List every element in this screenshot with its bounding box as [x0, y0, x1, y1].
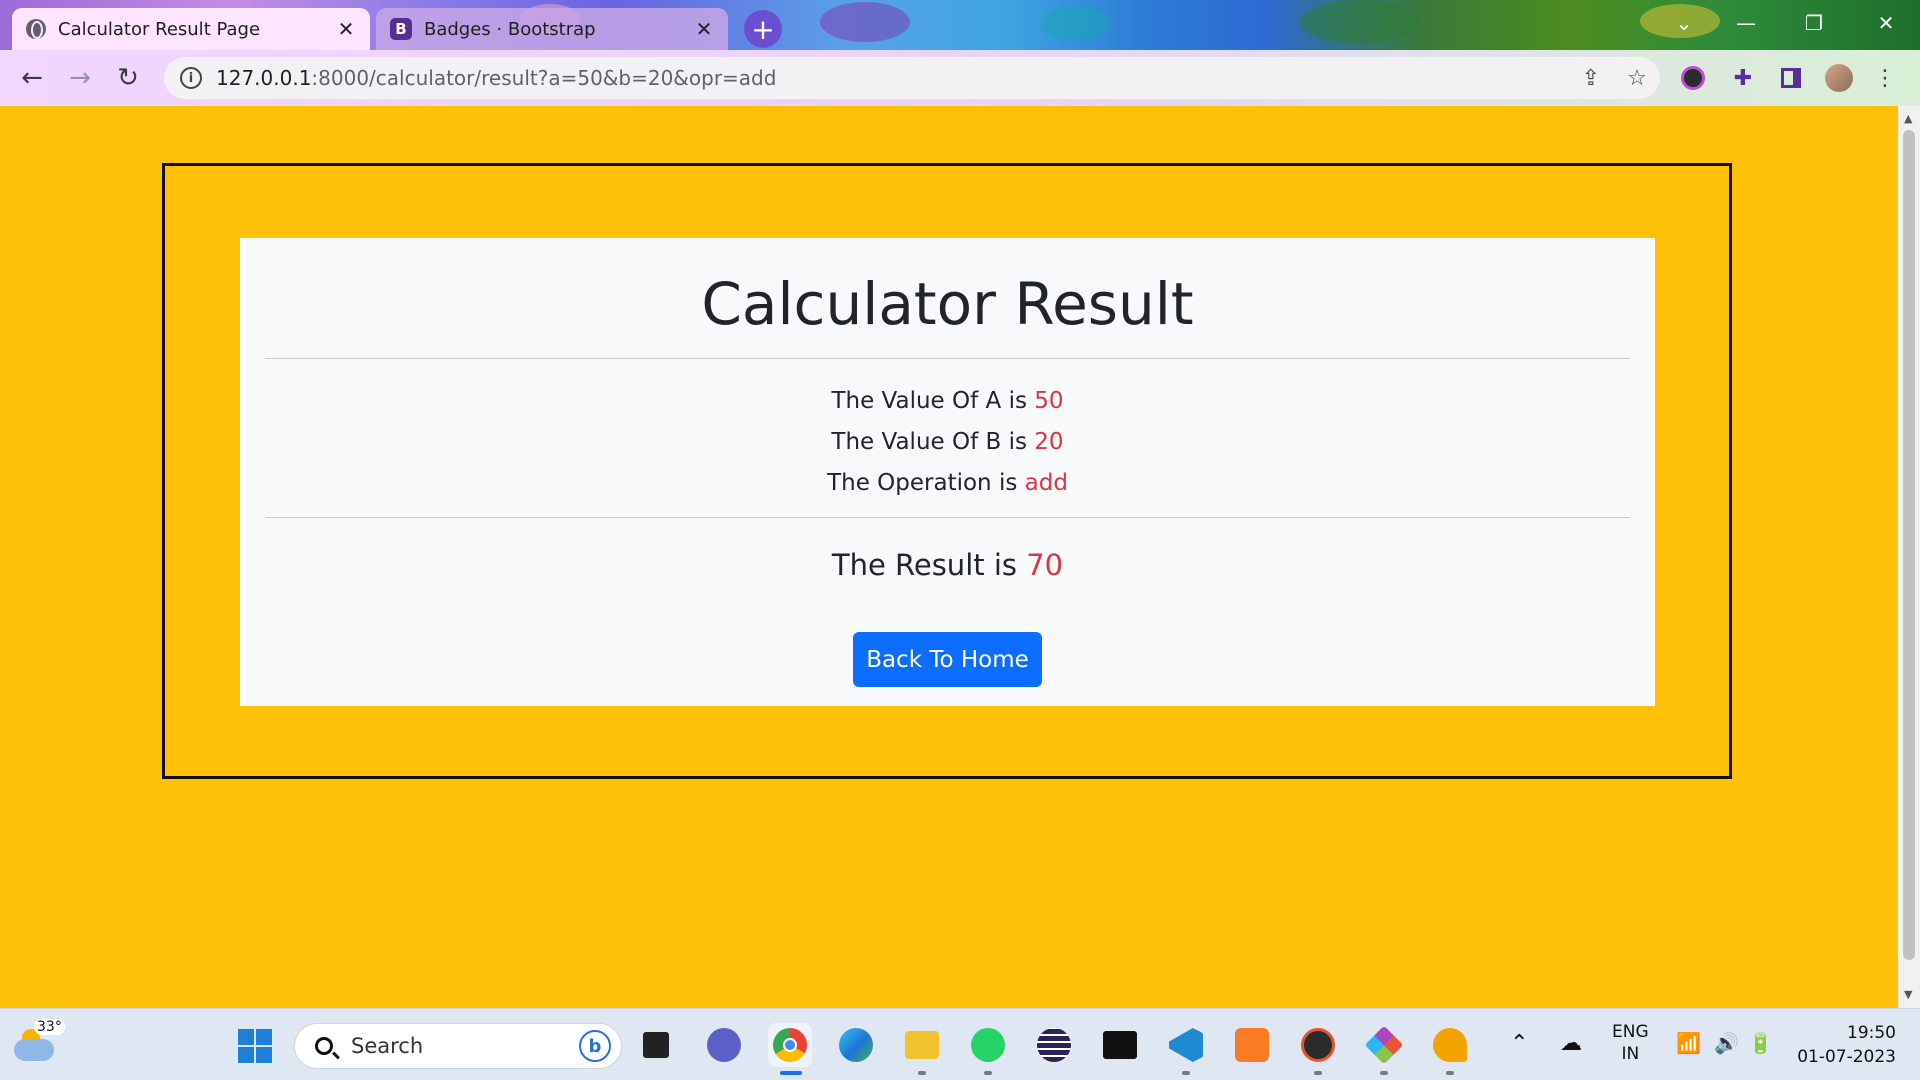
result-value: 70 [1026, 548, 1064, 582]
url-path: :8000/calculator/result?a=50&b=20&opr=ad… [311, 66, 777, 90]
chrome-icon[interactable] [768, 1023, 812, 1075]
region-code: IN [1621, 1044, 1640, 1064]
forward-arrow-icon[interactable]: → [62, 60, 98, 96]
background-decoration [1300, 0, 1420, 44]
scroll-down-icon[interactable]: ▼ [1904, 988, 1912, 1001]
value-a-label: The Value Of A is [831, 388, 1027, 414]
vertical-scrollbar[interactable]: ▲ ▼ [1898, 106, 1920, 1008]
cloud-icon [14, 1039, 54, 1061]
git-icon[interactable] [1362, 1023, 1406, 1075]
tab-calculator-result[interactable]: Calculator Result Page ✕ [12, 8, 370, 50]
weather-widget[interactable]: 33° [12, 1019, 65, 1069]
volume-icon[interactable]: 🔊 [1714, 1031, 1739, 1055]
bootstrap-icon: B [390, 18, 412, 40]
language-indicator[interactable]: ENG IN [1612, 1021, 1649, 1065]
divider [265, 517, 1630, 518]
globe-icon [26, 19, 46, 39]
extension-record-icon[interactable] [1678, 63, 1708, 93]
chevron-up-icon[interactable]: ⌃ [1510, 1031, 1528, 1056]
mysql-terminal-icon[interactable] [1098, 1023, 1142, 1067]
address-bar[interactable]: i 127.0.0.1:8000/calculator/result?a=50&… [164, 57, 1660, 99]
result-card: Calculator Result The Value Of A is 50 T… [240, 238, 1655, 706]
tab-label: Calculator Result Page [58, 18, 261, 40]
share-icon[interactable]: ⇪ [1576, 63, 1606, 93]
browser-tab-strip: Calculator Result Page ✕ B Badges · Boot… [0, 0, 1920, 50]
windows-taskbar: 33° Search b ⌃ ☁ ENG IN 📶 🔊 🔋 19:50 01-0… [0, 1008, 1920, 1080]
battery-icon[interactable]: 🔋 [1748, 1031, 1773, 1055]
clock-time: 19:50 [1847, 1023, 1896, 1043]
eclipse-icon[interactable] [1032, 1023, 1076, 1067]
wifi-icon[interactable]: 📶 [1676, 1031, 1701, 1055]
menu-icon[interactable]: ⋮ [1870, 63, 1900, 93]
value-a: 50 [1034, 388, 1064, 414]
clock-date: 01-07-2023 [1797, 1047, 1896, 1067]
page-title: Calculator Result [701, 270, 1194, 338]
taskbar-search[interactable]: Search b [294, 1023, 622, 1069]
weather-temperature: 33° [34, 1019, 65, 1035]
value-b-label: The Value Of B is [831, 429, 1027, 455]
operation-label: The Operation is [827, 470, 1018, 496]
search-icon [315, 1037, 333, 1055]
mysql-workbench-icon[interactable] [1428, 1023, 1472, 1075]
xampp-icon[interactable] [1230, 1023, 1274, 1067]
restore-icon[interactable]: ❐ [1790, 8, 1838, 38]
tab-badges-bootstrap[interactable]: B Badges · Bootstrap ✕ [376, 8, 728, 50]
close-icon[interactable]: ✕ [694, 17, 714, 41]
media-player-icon[interactable] [1296, 1023, 1340, 1075]
result-line: The Result is 70 [240, 548, 1655, 582]
minimize-icon[interactable]: — [1722, 8, 1770, 38]
operation-value: add [1024, 470, 1068, 496]
chevron-down-icon[interactable]: ⌄ [1660, 8, 1708, 38]
windows-start-icon[interactable] [238, 1029, 272, 1063]
onedrive-cloud-icon[interactable]: ☁ [1560, 1031, 1582, 1056]
close-window-icon[interactable]: ✕ [1862, 8, 1910, 38]
vscode-icon[interactable] [1164, 1023, 1208, 1075]
scroll-up-icon[interactable]: ▲ [1904, 112, 1912, 125]
back-to-home-button[interactable]: Back To Home [853, 632, 1042, 687]
bing-icon[interactable]: b [579, 1030, 611, 1062]
tab-label: Badges · Bootstrap [424, 18, 596, 40]
search-placeholder: Search [351, 1034, 424, 1058]
value-b-line: The Value Of B is 20 [240, 429, 1655, 455]
edge-icon[interactable] [834, 1023, 878, 1067]
teams-chat-icon[interactable] [702, 1023, 746, 1067]
result-label: The Result is [831, 548, 1018, 582]
language-code: ENG [1612, 1022, 1649, 1042]
file-explorer-icon[interactable] [900, 1023, 944, 1075]
whatsapp-icon[interactable] [966, 1023, 1010, 1075]
background-decoration [820, 2, 910, 42]
close-icon[interactable]: ✕ [336, 17, 356, 41]
value-a-line: The Value Of A is 50 [240, 388, 1655, 414]
puzzle-icon[interactable]: ✚ [1728, 63, 1758, 93]
reload-icon[interactable]: ↻ [110, 60, 146, 96]
new-tab-button[interactable]: + [744, 10, 782, 48]
url-host: 127.0.0.1 [216, 66, 312, 90]
clock[interactable]: 19:50 01-07-2023 [1796, 1021, 1896, 1069]
browser-toolbar: ← → ↻ i 127.0.0.1:8000/calculator/result… [0, 50, 1920, 106]
back-arrow-icon[interactable]: ← [14, 60, 50, 96]
scroll-thumb[interactable] [1903, 130, 1915, 960]
background-decoration [1040, 6, 1110, 40]
operation-line: The Operation is add [240, 470, 1655, 496]
task-view-icon[interactable] [634, 1023, 678, 1067]
value-b: 20 [1034, 429, 1064, 455]
divider [265, 358, 1630, 359]
side-panel-icon[interactable] [1776, 63, 1806, 93]
avatar[interactable] [1824, 63, 1854, 93]
star-icon[interactable]: ☆ [1622, 63, 1652, 93]
info-icon[interactable]: i [180, 67, 202, 89]
